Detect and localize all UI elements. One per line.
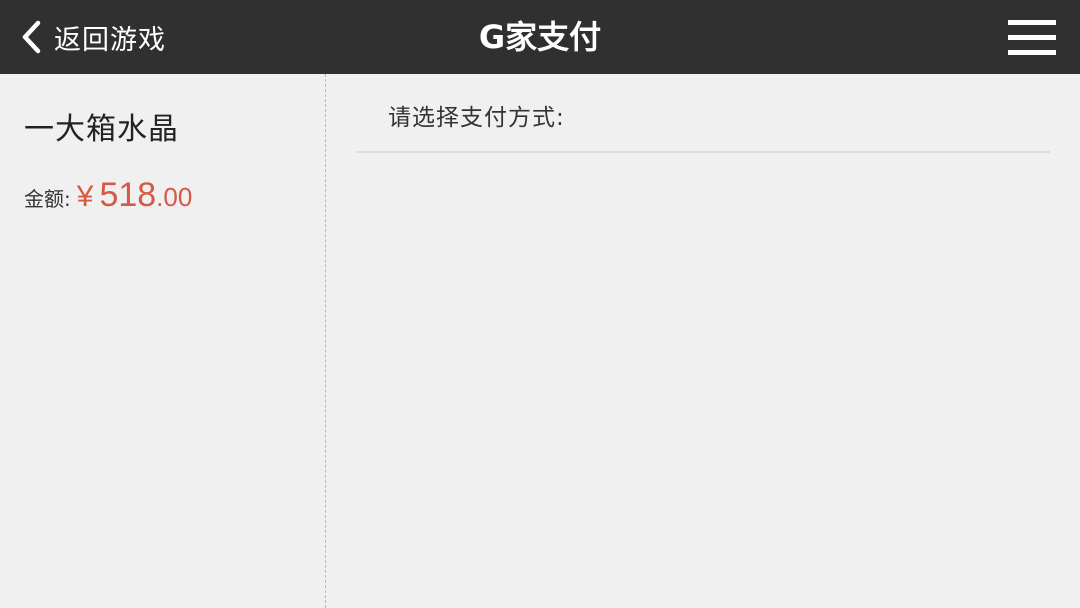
amount-decimal: .00: [156, 182, 193, 212]
amount-integer: 518: [99, 176, 157, 214]
payment-method-panel: 请选择支付方式:: [326, 74, 1080, 608]
order-summary-panel: 一大箱水晶 金额: ¥518.00: [0, 74, 326, 608]
top-navigation-bar: 返回游戏 G家支付: [0, 0, 1080, 74]
currency-symbol: ¥: [76, 180, 94, 213]
back-button-label: 返回游戏: [54, 24, 166, 56]
product-name: 一大箱水晶: [24, 112, 179, 147]
back-to-game-button[interactable]: 返回游戏: [20, 0, 166, 74]
page-title: G家支付: [478, 18, 602, 56]
amount-label: 金额:: [24, 187, 71, 211]
chevron-left-icon: [20, 20, 42, 54]
payment-method-heading: 请选择支付方式:: [388, 105, 565, 131]
amount-value: ¥518.00: [77, 176, 193, 215]
menu-button[interactable]: [1008, 20, 1056, 56]
section-divider: [357, 151, 1050, 153]
amount-row: 金额: ¥518.00: [24, 176, 192, 215]
